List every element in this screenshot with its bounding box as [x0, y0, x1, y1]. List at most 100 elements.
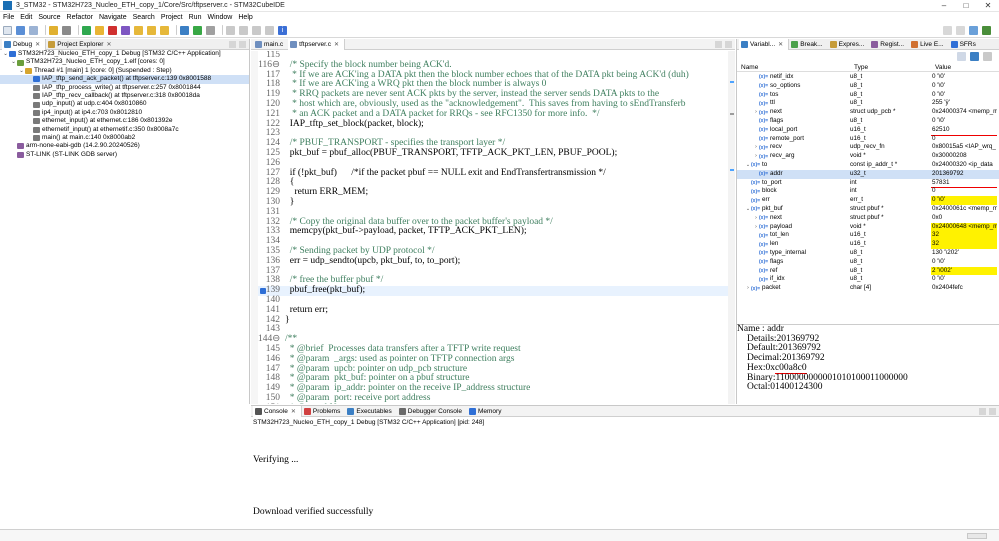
debug-icon[interactable]: [180, 25, 189, 35]
column-value[interactable]: Value: [931, 63, 997, 71]
new-icon[interactable]: [3, 25, 12, 35]
tab-variabl[interactable]: Variabl... ✕: [739, 38, 790, 50]
tab-break[interactable]: Break...: [789, 39, 827, 50]
maximize-view-icon[interactable]: [989, 408, 996, 415]
minimize-view-icon[interactable]: [979, 408, 986, 415]
maximize-button[interactable]: □: [955, 0, 977, 12]
debug-tree-item[interactable]: arm-none-eabi-gdb (14.2.90.20240526): [0, 142, 249, 150]
settings-icon[interactable]: [62, 25, 71, 35]
tab-expres[interactable]: Expres...: [828, 39, 870, 50]
variable-row[interactable]: (x)= err err_t 0 '\0': [737, 196, 999, 205]
maximize-view-icon[interactable]: [239, 41, 246, 48]
terminate-icon[interactable]: [108, 25, 117, 35]
variable-row[interactable]: › (x)= recv_arg void * 0x30000208: [737, 152, 999, 161]
variable-row[interactable]: › (x)= next struct udp_pcb * 0x24000374 <mem…: [737, 108, 999, 117]
variable-value[interactable]: 0 '\0': [931, 91, 997, 100]
minimize-button[interactable]: –: [933, 0, 955, 12]
menu-navigate[interactable]: Navigate: [99, 14, 127, 21]
variable-row[interactable]: (x)= so_options u8_t 0 '\0': [737, 82, 999, 91]
code-area[interactable]: 115 116⊖ /* Specify the block number bein…: [251, 51, 735, 404]
debug-tree-item[interactable]: ST-LINK (ST-LINK GDB server): [0, 151, 249, 159]
info-icon[interactable]: i: [278, 25, 287, 35]
stack-frame[interactable]: IAP_tftp_recv_callback() at tftpserver.c…: [0, 92, 249, 100]
close-tab-icon[interactable]: ✕: [778, 41, 783, 48]
expand-toggle-icon[interactable]: ⌄: [18, 67, 25, 75]
variable-value[interactable]: 0 '\0': [931, 73, 997, 82]
minimize-view-icon[interactable]: [229, 41, 236, 48]
show-type-icon[interactable]: [970, 52, 979, 61]
column-type[interactable]: Type: [850, 63, 931, 71]
variable-row[interactable]: (x)= tot_len u16_t 32: [737, 231, 999, 241]
variable-value[interactable]: 201369792: [931, 170, 997, 179]
variable-row[interactable]: (x)= block int 0: [737, 187, 999, 196]
variable-value[interactable]: 2 '\002': [931, 266, 997, 276]
variable-value[interactable]: 32: [931, 231, 997, 241]
save-icon[interactable]: [16, 25, 25, 35]
save-all-icon[interactable]: [29, 25, 38, 35]
run-icon[interactable]: [193, 25, 202, 35]
debug-tree-item[interactable]: ⌄ STM32H723_Nucleo_ETH_copy_1.elf [cores:…: [0, 58, 249, 66]
variable-value[interactable]: 0x80015a5 <IAP_wrq_: [931, 143, 997, 152]
variable-value[interactable]: 0x24000648 <memp_m: [931, 222, 997, 232]
debug-tree-item[interactable]: ⌄ Thread #1 [main] 1 [core: 0] (Suspended…: [0, 67, 249, 75]
menu-source[interactable]: Source: [38, 14, 60, 21]
stack-frame[interactable]: main() at main.c:140 0x8000ab2: [0, 134, 249, 142]
stack-frame[interactable]: ethernet_input() at ethernet.c:186 0x801…: [0, 117, 249, 125]
variable-value[interactable]: 0 '\0': [931, 258, 997, 267]
console-output[interactable]: Verifying ... Download verified successfu…: [253, 441, 373, 519]
tab-project-explorer[interactable]: Project Explorer ✕: [46, 39, 116, 50]
close-tab-icon[interactable]: ✕: [35, 41, 40, 48]
close-tab-icon[interactable]: ✕: [106, 41, 111, 48]
stack-frame[interactable]: IAP_tftp_send_ack_packet() at tftpserver…: [0, 75, 249, 84]
forward-icon[interactable]: [265, 25, 274, 35]
variable-row[interactable]: › (x)= payload void * 0x24000648 <memp_m: [737, 222, 999, 232]
tab-regist[interactable]: Regist...: [869, 39, 909, 50]
variable-row[interactable]: (x)= addr u32_t 201369792: [737, 169, 999, 179]
open-perspective-icon[interactable]: [956, 26, 965, 35]
tab-sfrs[interactable]: SFRs: [949, 39, 981, 50]
variable-row[interactable]: (x)= len u16_t 32: [737, 240, 999, 249]
variable-row[interactable]: › (x)= recv udp_recv_fn 0x80015a5 <IAP_wrq_: [737, 143, 999, 152]
variable-row[interactable]: (x)= netif_idx u8_t 0 '\0': [737, 73, 999, 82]
stack-frame[interactable]: ip4_input() at ip4.c:703 0x8012810: [0, 109, 249, 117]
variable-row[interactable]: (x)= local_port u16_t 62510: [737, 126, 999, 136]
stack-frame[interactable]: udp_input() at udp.c:404 0x8010860: [0, 100, 249, 108]
search-icon[interactable]: [226, 25, 235, 35]
resume-icon[interactable]: [82, 25, 91, 35]
variable-value[interactable]: 0 '\0': [931, 82, 997, 91]
close-window-button[interactable]: ✕: [977, 0, 999, 12]
suspend-icon[interactable]: [95, 25, 104, 35]
tab-problems[interactable]: Problems: [302, 406, 345, 417]
tab-live-e[interactable]: Live E...: [909, 39, 948, 50]
tab-main-c[interactable]: main.c: [253, 39, 288, 50]
menu-run[interactable]: Run: [189, 14, 202, 21]
variable-value[interactable]: 0 '\0': [931, 196, 997, 205]
variable-row[interactable]: ⌄ (x)= pkt_buf struct pbuf * 0x2400061c <mem…: [737, 205, 999, 214]
column-name[interactable]: Name: [737, 63, 850, 71]
variable-row[interactable]: (x)= type_internal u8_t 130 '\202': [737, 249, 999, 258]
debug-tree-item[interactable]: ⌄ STM32H723_Nucleo_ETH_copy_1 Debug [STM3…: [0, 50, 249, 58]
variable-row[interactable]: (x)= remote_port u16_t 0: [737, 135, 999, 144]
variable-value[interactable]: 0x30000208: [931, 152, 997, 161]
variable-value[interactable]: 0x2404fefc: [931, 284, 997, 293]
variable-row[interactable]: (x)= flags u8_t 0 '\0': [737, 258, 999, 267]
tab-debug[interactable]: Debug ✕: [2, 38, 47, 50]
cpp-perspective-icon[interactable]: [969, 26, 978, 35]
variable-row[interactable]: (x)= ref u8_t 2 '\002': [737, 266, 999, 276]
stack-frame[interactable]: ethernetif_input() at ethernetif.c:350 0…: [0, 126, 249, 134]
variable-row[interactable]: (x)= if_idx u8_t 0 '\0': [737, 275, 999, 284]
menu-search[interactable]: Search: [133, 14, 155, 21]
variable-value[interactable]: 32: [931, 240, 997, 249]
tab-memory[interactable]: Memory: [467, 406, 506, 417]
open-type-icon[interactable]: [239, 25, 248, 35]
disconnect-icon[interactable]: [121, 25, 130, 35]
minimize-view-icon[interactable]: [715, 41, 722, 48]
variable-value[interactable]: 0 '\0': [931, 275, 997, 284]
variable-row[interactable]: (x)= ttl u8_t 255 'ÿ': [737, 99, 999, 108]
collapse-all-icon[interactable]: [957, 52, 966, 61]
build-icon[interactable]: [49, 25, 58, 35]
menu-window[interactable]: Window: [207, 14, 232, 21]
variable-row[interactable]: (x)= tos u8_t 0 '\0': [737, 91, 999, 100]
debug-perspective-icon[interactable]: [982, 26, 991, 35]
search-icon[interactable]: [943, 26, 952, 35]
